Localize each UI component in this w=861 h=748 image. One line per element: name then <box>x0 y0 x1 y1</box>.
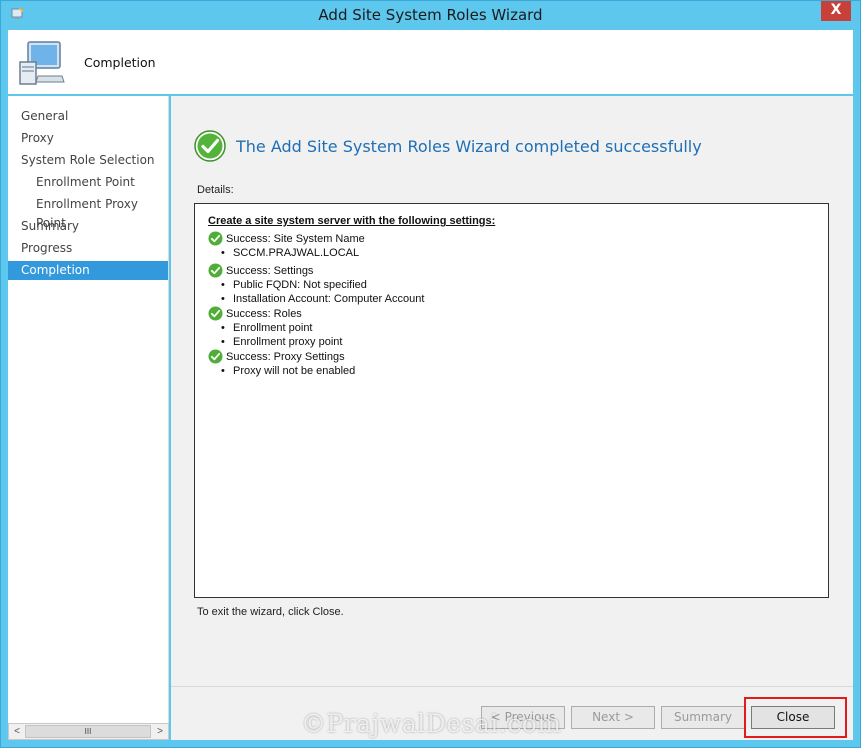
details-status-line: Success: Site System Name <box>208 231 628 246</box>
details-group-site-system-name: Success: Site System Name • SCCM.PRAJWAL.… <box>208 231 628 260</box>
status-text: Success: Site System Name <box>226 233 365 245</box>
wizard-header: Completion <box>8 30 853 94</box>
bullet-text: Enrollment point <box>233 322 313 334</box>
details-textbox[interactable]: Create a site system server with the fol… <box>194 203 829 598</box>
next-button[interactable]: Next > <box>571 706 655 729</box>
nav-item-progress[interactable]: Progress <box>8 239 168 258</box>
nav-item-enrollment-point[interactable]: Enrollment Point <box>8 173 168 192</box>
nav-horizontal-scrollbar[interactable]: < III > <box>8 723 169 740</box>
details-status-line: Success: Settings <box>208 263 628 278</box>
nav-item-summary[interactable]: Summary <box>8 217 168 236</box>
status-text: Success: Proxy Settings <box>226 351 345 363</box>
status-text: Success: Roles <box>226 308 302 320</box>
window-title: Add Site System Roles Wizard <box>318 6 543 24</box>
details-group-roles: Success: Roles • Enrollment point • Enroll… <box>208 306 628 349</box>
summary-button[interactable]: Summary <box>661 706 745 729</box>
status-text: Success: Settings <box>226 265 314 277</box>
bullet-text: SCCM.PRAJWAL.LOCAL <box>233 247 360 259</box>
success-check-icon <box>194 130 226 162</box>
bullet-icon: • <box>221 279 225 291</box>
scroll-left-arrow-icon[interactable]: < <box>10 725 24 738</box>
bullet-text: Enrollment proxy point <box>233 336 343 348</box>
details-bullet-line: • Enrollment proxy point <box>208 335 628 349</box>
details-bullet-line: • Installation Account: Computer Account <box>208 292 628 306</box>
wizard-nav: General Proxy System Role Selection Enro… <box>8 96 169 723</box>
bullet-text: Public FQDN: Not specified <box>233 279 367 291</box>
exit-hint: To exit the wizard, click Close. <box>197 606 344 618</box>
wizard-window: Add Site System Roles Wizard X Completio… <box>0 0 861 748</box>
details-group-proxy-settings: Success: Proxy Settings • Proxy will not … <box>208 349 628 378</box>
bullet-icon: • <box>221 293 225 305</box>
details-bullet-line: • SCCM.PRAJWAL.LOCAL <box>208 246 628 260</box>
bullet-icon: • <box>221 336 225 348</box>
success-check-icon <box>208 306 223 321</box>
bullet-text: Installation Account: Computer Account <box>233 293 425 305</box>
success-check-icon <box>208 263 223 278</box>
success-message: The Add Site System Roles Wizard complet… <box>236 137 702 156</box>
watermark: ©PrajwalDesai.com <box>301 709 562 738</box>
scroll-thumb[interactable]: III <box>25 725 151 738</box>
details-status-line: Success: Proxy Settings <box>208 349 628 364</box>
details-bullet-line: • Public FQDN: Not specified <box>208 278 628 292</box>
bullet-icon: • <box>221 322 225 334</box>
bullet-icon: • <box>221 247 225 259</box>
success-check-icon <box>208 231 223 246</box>
details-bullet-line: • Enrollment point <box>208 321 628 335</box>
title-bar[interactable]: Add Site System Roles Wizard X <box>1 1 860 30</box>
details-heading: Create a site system server with the fol… <box>208 215 496 227</box>
bullet-text: Proxy will not be enabled <box>233 365 356 377</box>
wizard-content: The Add Site System Roles Wizard complet… <box>171 96 853 686</box>
computer-icon <box>19 41 65 85</box>
details-status-line: Success: Roles <box>208 306 628 321</box>
page-title: Completion <box>84 55 156 70</box>
details-label: Details: <box>197 184 234 196</box>
success-check-icon <box>208 349 223 364</box>
scroll-right-arrow-icon[interactable]: > <box>153 725 167 738</box>
nav-item-enrollment-proxy-point[interactable]: Enrollment Proxy Point <box>8 195 168 230</box>
bullet-icon: • <box>221 365 225 377</box>
details-bullet-line: • Proxy will not be enabled <box>208 364 628 378</box>
close-button-highlight <box>744 697 847 738</box>
nav-item-general[interactable]: General <box>8 107 168 126</box>
nav-item-system-role-selection[interactable]: System Role Selection <box>8 151 168 170</box>
window-close-button[interactable]: X <box>821 1 851 21</box>
nav-item-completion[interactable]: Completion <box>8 261 168 280</box>
details-group-settings: Success: Settings • Public FQDN: Not spec… <box>208 263 628 306</box>
nav-item-proxy[interactable]: Proxy <box>8 129 168 148</box>
